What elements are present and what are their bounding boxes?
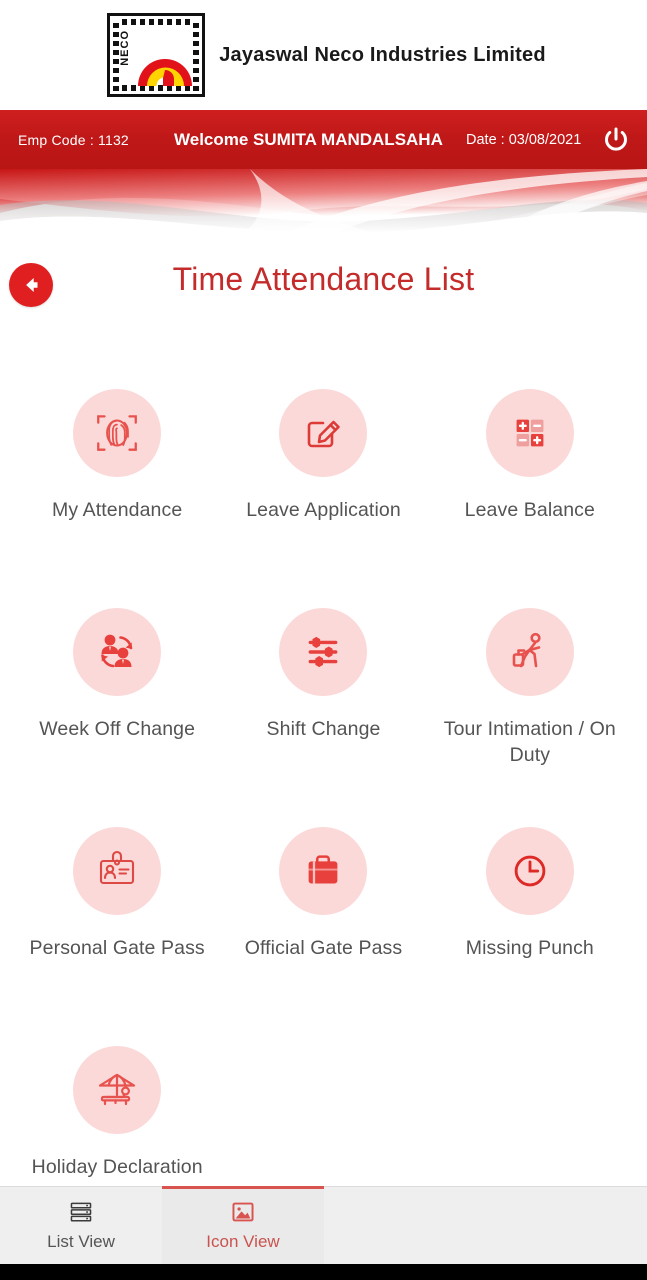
tile-label: Missing Punch (465, 937, 594, 959)
tab-icon-view[interactable]: Icon View (162, 1186, 324, 1264)
menu-tile-week-off-change[interactable]: Week Off Change (14, 604, 220, 823)
tile-label: Shift Change (266, 718, 381, 740)
page-header: Time Attendance List (0, 261, 647, 363)
tab-label: List View (47, 1232, 115, 1251)
menu-tile-shift-change[interactable]: Shift Change (220, 604, 426, 823)
welcome-message: Welcome SUMITA MANDALSAHA (174, 129, 443, 149)
briefcase-icon (309, 855, 338, 884)
plus-minus-grid-icon (516, 419, 544, 447)
menu-tile-official-gate-pass[interactable]: Official Gate Pass (220, 823, 426, 1042)
tab-label: Icon View (206, 1232, 280, 1251)
tile-label: Week Off Change (39, 718, 196, 740)
people-exchange-icon (101, 634, 133, 668)
brand-bar: NECO Jayaswal Neco Industries Limited (0, 0, 647, 110)
bottom-tab-bar: List View Icon View (0, 1186, 647, 1264)
home-indicator-bar (0, 1264, 647, 1280)
tile-icon-bg (485, 389, 574, 477)
tile-icon-bg (73, 608, 162, 696)
neco-logo: NECO (107, 13, 206, 97)
tile-label: Tour Intimation / On Duty (443, 718, 616, 766)
tile-icon-bg (73, 827, 162, 915)
tile-icon-bg (279, 608, 368, 696)
beach-umbrella-icon (99, 1073, 136, 1106)
menu-tile-missing-punch[interactable]: Missing Punch (427, 823, 633, 1042)
power-icon[interactable] (599, 123, 633, 157)
menu-tile-leave-application[interactable]: Leave Application (220, 385, 426, 604)
tile-label: Leave Application (246, 499, 401, 521)
tile-icon-bg (279, 389, 368, 477)
tile-label: Personal Gate Pass (29, 937, 205, 959)
employee-code: Emp Code : 1132 (18, 131, 129, 148)
tile-label: Holiday Declaration (31, 1156, 203, 1178)
image-picture-icon (232, 1202, 254, 1222)
logo-arch-icon (138, 59, 193, 86)
fingerprint-scan-icon (97, 415, 138, 451)
logo-border-top (113, 19, 200, 25)
menu-grid: My Attendance Leave Application Leave Ba… (0, 363, 647, 1261)
tile-label: Official Gate Pass (244, 937, 403, 959)
clock-icon (514, 855, 546, 887)
user-info-bar: Emp Code : 1132 Welcome SUMITA MANDALSAH… (0, 110, 647, 169)
tile-label: Leave Balance (464, 499, 595, 521)
sliders-icon (309, 636, 338, 668)
current-date: Date : 03/08/2021 (466, 131, 582, 148)
tile-icon-bg (279, 827, 368, 915)
company-name: Jayaswal Neco Industries Limited (219, 43, 546, 66)
tab-list-view[interactable]: List View (0, 1187, 162, 1264)
id-badge-icon (100, 850, 135, 885)
tile-icon-bg (73, 389, 162, 477)
menu-tile-my-attendance[interactable]: My Attendance (14, 385, 220, 604)
edit-pencil-icon (308, 420, 341, 448)
tile-icon-bg (485, 827, 574, 915)
page-title: Time Attendance List (172, 261, 475, 297)
logo-neco-text: NECO (119, 30, 132, 66)
tab-bar-empty-area (324, 1187, 647, 1264)
menu-tile-leave-balance[interactable]: Leave Balance (427, 385, 633, 604)
tile-label: My Attendance (52, 499, 183, 521)
menu-tile-tour-intimation[interactable]: Tour Intimation / On Duty (427, 604, 633, 823)
menu-tile-personal-gate-pass[interactable]: Personal Gate Pass (14, 823, 220, 1042)
tile-icon-bg (73, 1046, 162, 1134)
traveler-luggage-icon (512, 632, 541, 668)
tile-icon-bg (485, 608, 574, 696)
list-rows-icon (70, 1202, 92, 1222)
